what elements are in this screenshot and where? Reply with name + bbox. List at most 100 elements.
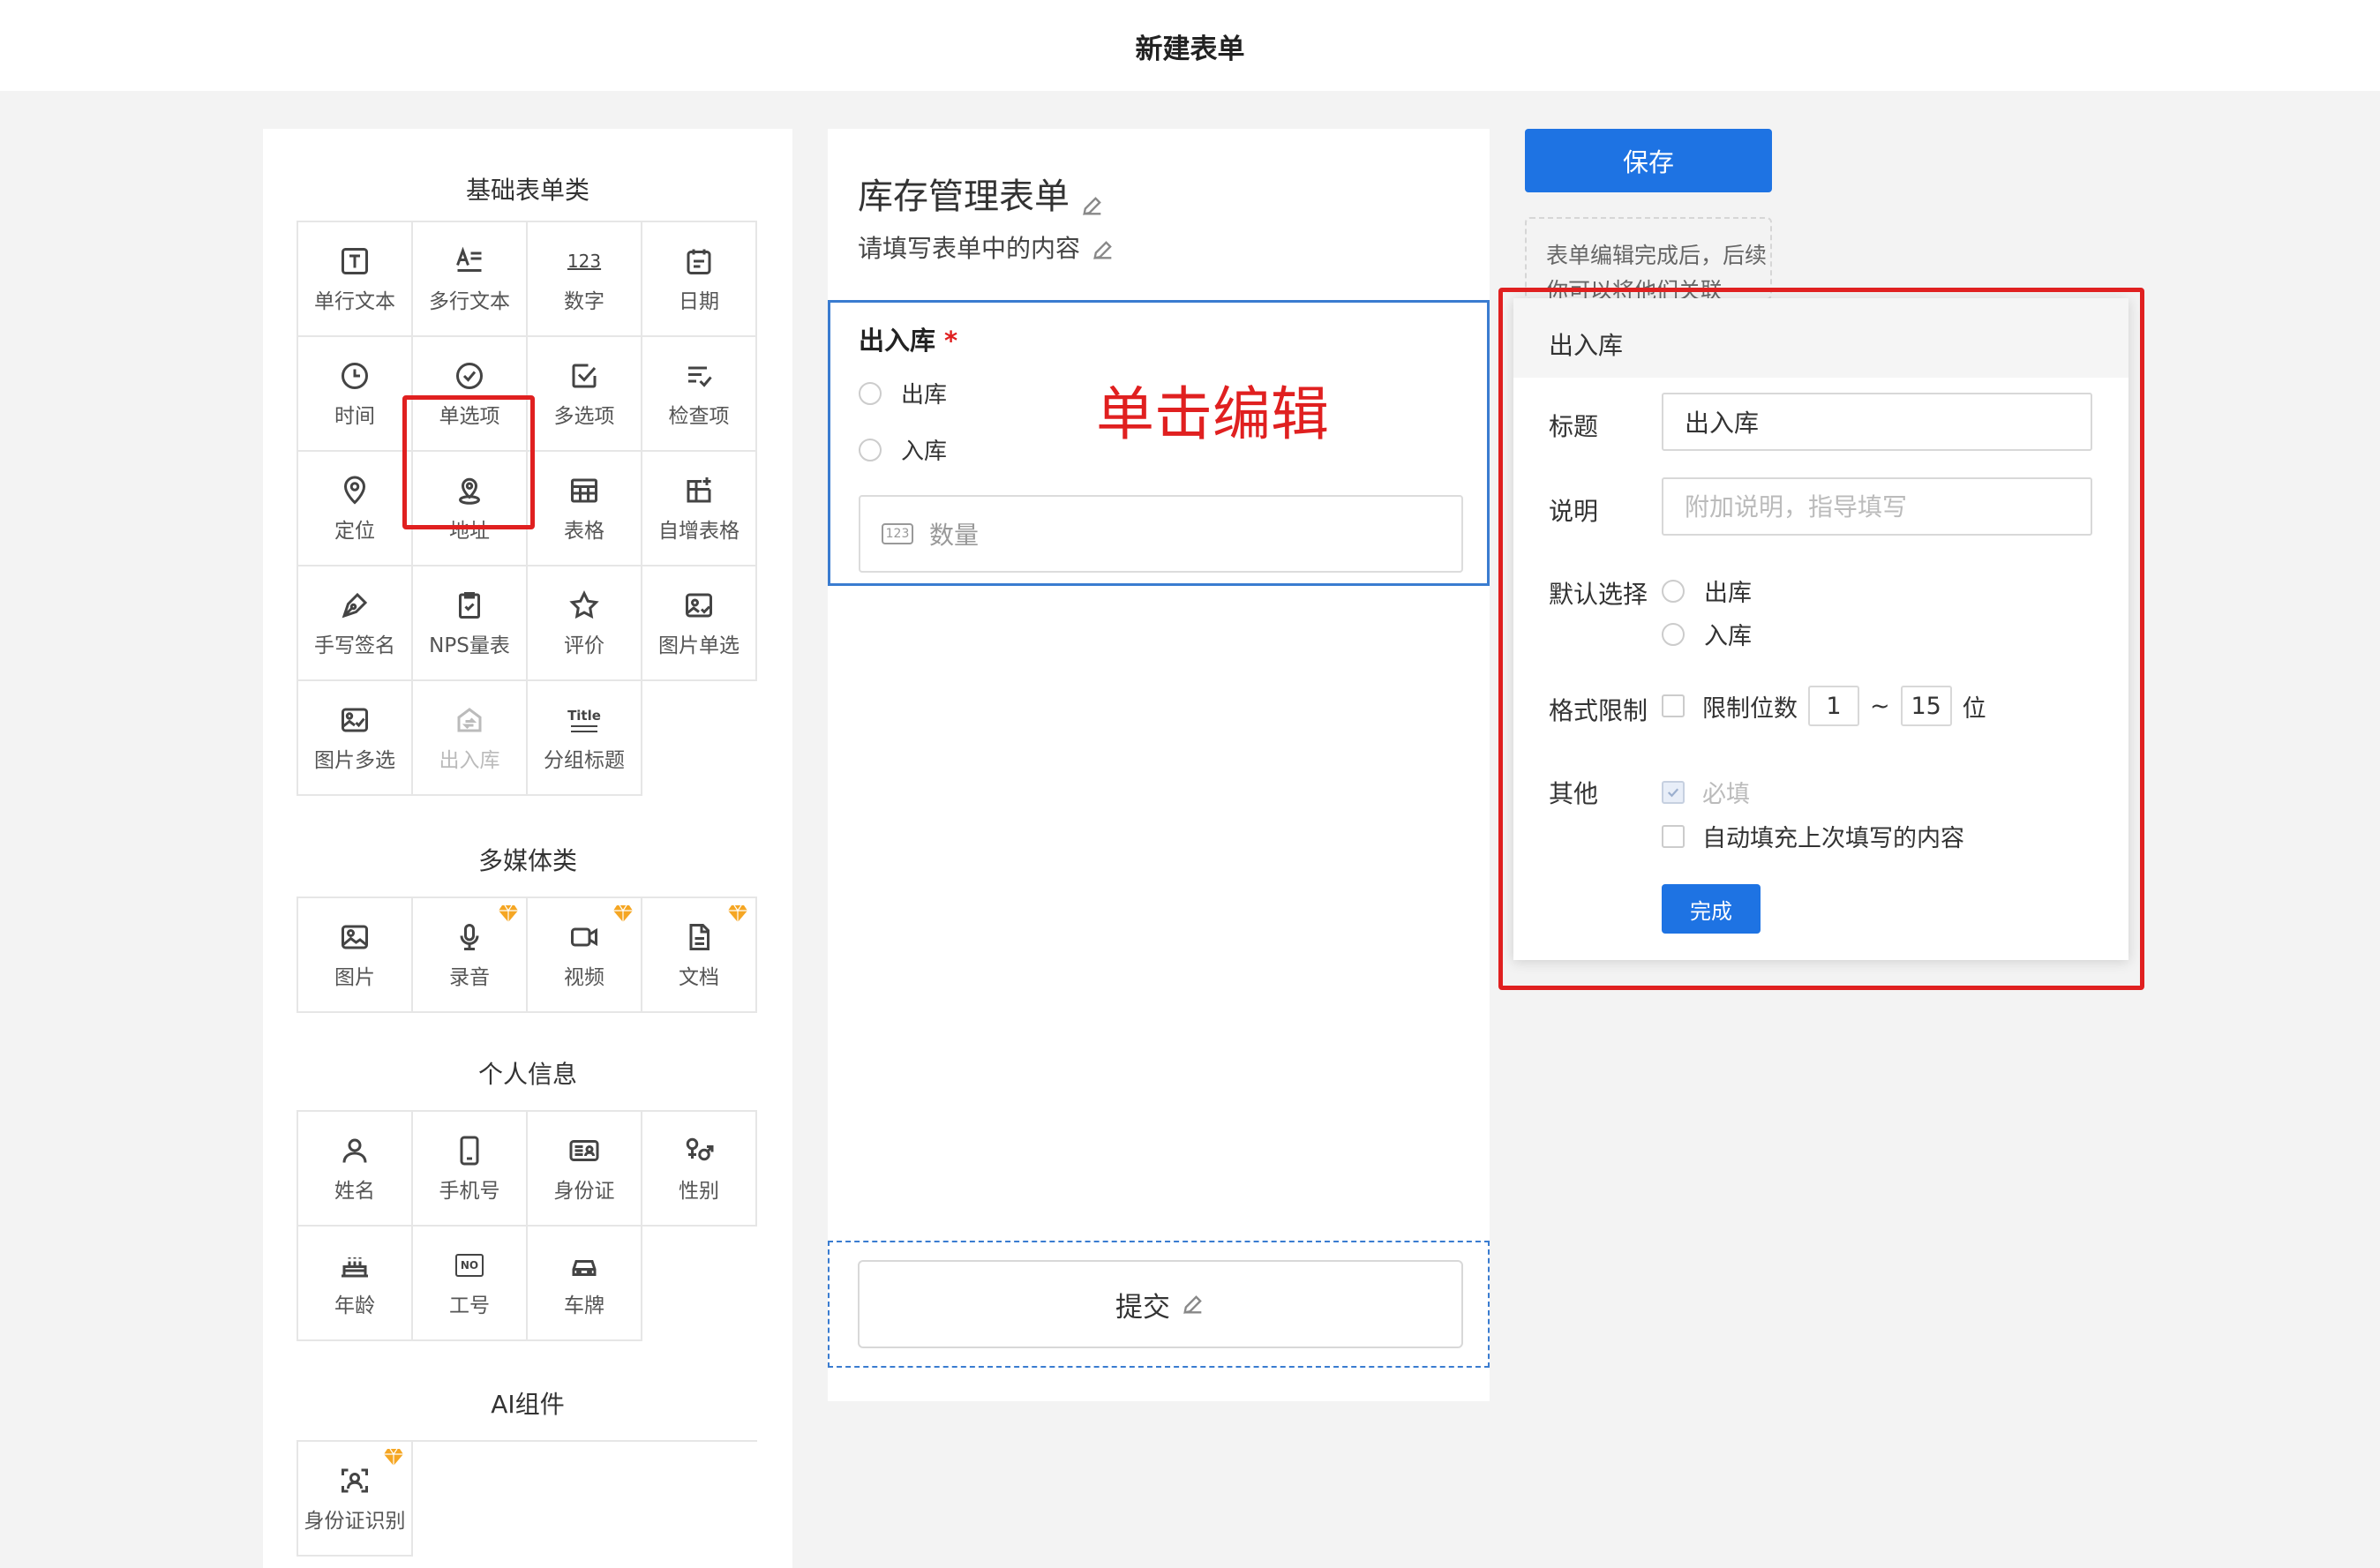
table-add-icon xyxy=(681,473,717,508)
radio-button[interactable] xyxy=(859,381,882,405)
map-pin-icon xyxy=(337,473,372,508)
component-nps[interactable]: NPS量表 xyxy=(413,566,528,681)
other-label: 其他 xyxy=(1549,779,1599,808)
address-pin-icon xyxy=(452,473,487,508)
option-in[interactable]: 入库 xyxy=(859,433,947,466)
component-audio[interactable]: 录音 xyxy=(413,898,528,1013)
tip-box: 表单编辑完成后，后续你可以将他们关联 xyxy=(1525,217,1772,300)
component-id-recognition[interactable]: 身份证识别 xyxy=(298,1442,413,1557)
section-title-media: 多媒体类 xyxy=(477,846,577,875)
section-title-personal: 个人信息 xyxy=(477,1060,577,1089)
title-label: 标题 xyxy=(1549,412,1599,441)
component-name[interactable]: 姓名 xyxy=(298,1112,413,1227)
premium-gem-icon xyxy=(613,904,633,922)
form-description[interactable]: 请填写表单中的内容 xyxy=(858,229,1115,265)
component-single-line-text[interactable]: 单行文本 xyxy=(298,222,413,337)
component-palette: 基础表单类 单行文本 多行文本 123 数字 日期 时间 单选项 多选项 检查项… xyxy=(263,129,792,1568)
edit-pencil-icon[interactable] xyxy=(1181,1292,1205,1317)
check-icon xyxy=(1667,787,1679,797)
required-asterisk: * xyxy=(944,326,958,356)
component-gender[interactable]: 性别 xyxy=(642,1112,757,1227)
form-canvas: 库存管理表单 请填写表单中的内容 出入库 * 出库 入库 123 数量 提交 xyxy=(828,129,1490,1401)
component-address[interactable]: 地址 xyxy=(413,452,528,566)
component-checklist[interactable]: 检查项 xyxy=(642,337,757,452)
clipboard-check-icon xyxy=(452,588,487,623)
premium-gem-icon xyxy=(384,1448,403,1466)
ai-components-grid: 身份证识别 xyxy=(297,1440,757,1557)
car-icon xyxy=(567,1248,602,1283)
radio-button[interactable] xyxy=(859,438,882,461)
component-single-choice[interactable]: 单选项 xyxy=(413,337,528,452)
form-title[interactable]: 库存管理表单 xyxy=(858,168,1105,219)
page-title: 新建表单 xyxy=(1135,34,1245,65)
component-rating[interactable]: 评价 xyxy=(528,566,642,681)
section-title-ai: AI组件 xyxy=(491,1390,565,1419)
component-image-single[interactable]: 图片单选 xyxy=(642,566,757,681)
component-id-card[interactable]: 身份证 xyxy=(528,1112,642,1227)
component-document[interactable]: 文档 xyxy=(642,898,757,1013)
component-image[interactable]: 图片 xyxy=(298,898,413,1013)
submit-zone: 提交 xyxy=(828,1241,1490,1368)
component-table[interactable]: 表格 xyxy=(528,452,642,566)
edit-pencil-icon[interactable] xyxy=(1080,186,1105,215)
component-video[interactable]: 视频 xyxy=(528,898,642,1013)
component-group-title[interactable]: Title 分组标题 xyxy=(528,681,642,796)
component-image-multi[interactable]: 图片多选 xyxy=(298,681,413,796)
pen-nib-icon xyxy=(337,588,372,623)
annotation-text: 单击编辑 xyxy=(1096,380,1329,448)
edit-pencil-icon[interactable] xyxy=(1091,237,1115,262)
limit-max-input[interactable]: 15 xyxy=(1900,686,1952,726)
check-circle-icon xyxy=(452,358,487,394)
document-icon xyxy=(681,919,717,955)
component-employee-id[interactable]: NO 工号 xyxy=(413,1227,528,1341)
default-option-out[interactable]: 出库 xyxy=(1662,574,1752,608)
premium-gem-icon xyxy=(728,904,747,922)
submit-button[interactable]: 提交 xyxy=(858,1260,1463,1348)
table-icon xyxy=(567,473,602,508)
premium-gem-icon xyxy=(499,904,518,922)
section-title-basic: 基础表单类 xyxy=(465,176,589,205)
default-option-in[interactable]: 入库 xyxy=(1662,617,1752,651)
clock-icon xyxy=(337,358,372,394)
basic-components-grid: 单行文本 多行文本 123 数字 日期 时间 单选项 多选项 检查项 定位 地址… xyxy=(297,221,757,796)
title-input[interactable] xyxy=(1662,393,2092,451)
limit-digits-checkbox[interactable] xyxy=(1662,694,1685,717)
text-box-icon xyxy=(337,244,372,279)
radio-button[interactable] xyxy=(1662,622,1685,646)
user-icon xyxy=(337,1133,372,1168)
personal-components-grid: 姓名 手机号 身份证 性别 年龄 NO 工号 车牌 xyxy=(297,1110,757,1341)
autofill-checkbox[interactable] xyxy=(1662,824,1685,848)
component-number[interactable]: 123 数字 xyxy=(528,222,642,337)
description-label: 说明 xyxy=(1549,497,1599,526)
required-option[interactable]: 必填 xyxy=(1662,775,1750,809)
done-button[interactable]: 完成 xyxy=(1662,884,1761,934)
component-auto-table[interactable]: 自增表格 xyxy=(642,452,757,566)
component-date[interactable]: 日期 xyxy=(642,222,757,337)
component-age[interactable]: 年龄 xyxy=(298,1227,413,1341)
video-camera-icon xyxy=(567,919,602,955)
component-phone[interactable]: 手机号 xyxy=(413,1112,528,1227)
description-input[interactable] xyxy=(1662,477,2092,536)
option-out[interactable]: 出库 xyxy=(859,377,947,409)
quantity-input[interactable]: 123 数量 xyxy=(859,495,1463,573)
component-license-plate[interactable]: 车牌 xyxy=(528,1227,642,1341)
media-components-grid: 图片 录音 视频 文档 xyxy=(297,897,757,1013)
autofill-option[interactable]: 自动填充上次填写的内容 xyxy=(1662,819,1964,853)
save-button[interactable]: 保存 xyxy=(1525,129,1772,192)
required-checkbox[interactable] xyxy=(1662,780,1685,804)
component-time[interactable]: 时间 xyxy=(298,337,413,452)
id-card-icon xyxy=(567,1133,602,1168)
mobile-phone-icon xyxy=(452,1133,487,1168)
microphone-icon xyxy=(452,919,487,955)
radio-button[interactable] xyxy=(1662,579,1685,603)
format-limit-label: 格式限制 xyxy=(1549,696,1648,725)
limit-min-input[interactable]: 1 xyxy=(1808,686,1859,726)
image-icon xyxy=(337,919,372,955)
badge-no-icon: NO xyxy=(452,1248,487,1283)
limit-digits-row: 限制位数 1 ~ 15 位 xyxy=(1662,686,1986,726)
component-multi-choice[interactable]: 多选项 xyxy=(528,337,642,452)
component-signature[interactable]: 手写签名 xyxy=(298,566,413,681)
component-stock-in-out[interactable]: 出入库 xyxy=(413,681,528,796)
component-multi-line-text[interactable]: 多行文本 xyxy=(413,222,528,337)
component-location[interactable]: 定位 xyxy=(298,452,413,566)
